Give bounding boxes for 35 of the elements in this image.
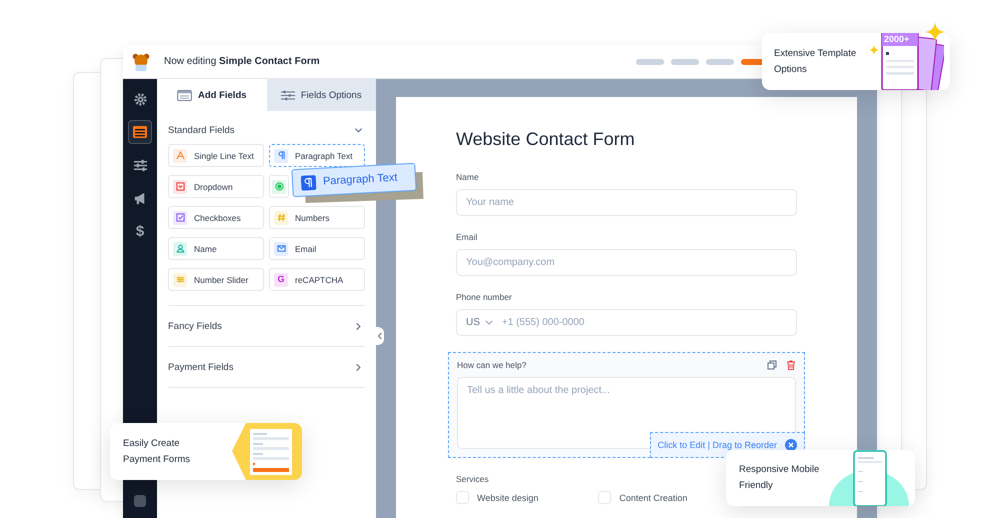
field-type-button[interactable]: Email	[269, 237, 365, 260]
form-title: Website Contact Form	[456, 129, 636, 150]
checkbox-label: Content Creation	[619, 492, 688, 502]
field-type-button[interactable]: Dropdown	[168, 175, 264, 198]
phone-input[interactable]: US +1 (555) 000-0000	[456, 309, 797, 336]
captcha-icon: G	[277, 275, 284, 284]
window-title: Now editing Simple Contact Form	[164, 56, 320, 67]
field-label: Services	[456, 474, 490, 484]
hint-text: Click to Edit | Drag to Reorder	[658, 440, 777, 450]
callout-text: Responsive Mobile Friendly	[739, 463, 820, 493]
selected-field[interactable]: How can we help? Tell us a little about the project... Click to Edit | Drag to Reorder	[448, 352, 805, 458]
callout-text: Extensive Template Options	[774, 46, 858, 76]
panel-tab[interactable]: Fields Options	[266, 79, 376, 111]
checkbox-label: Website design	[477, 492, 538, 502]
section-header[interactable]: Standard Fields	[168, 116, 365, 144]
field-type-button[interactable]: Checkboxes	[168, 206, 264, 229]
section-header[interactable]: Fancy Fields	[168, 306, 365, 346]
field-label: Email	[456, 232, 478, 242]
field-type-button[interactable]: G reCAPTCHA	[269, 268, 365, 291]
text-input[interactable]: You@company.com	[456, 249, 797, 276]
country-select[interactable]: US	[466, 317, 493, 328]
field-type-button[interactable]: Numbers	[269, 206, 365, 229]
field-type-button[interactable]: Paragraph Text	[269, 144, 365, 167]
field-type-button[interactable]: Name	[168, 237, 264, 260]
template-count-label: 2000+	[884, 34, 910, 44]
field-label: Name	[456, 172, 480, 182]
sidebar-item[interactable]: $	[128, 219, 152, 243]
text-input[interactable]: Your name	[456, 189, 797, 216]
field-label: How can we help?	[457, 360, 526, 370]
field-label: Phone number	[456, 292, 513, 302]
callout-text: Easily Create Payment Forms	[123, 436, 192, 466]
dollar-icon: $	[136, 224, 144, 238]
field-type-button[interactable]: Number Slider	[168, 268, 264, 291]
section-header[interactable]: Payment Fields	[168, 347, 365, 387]
field-type-button[interactable]: Single Line Text	[168, 144, 264, 167]
